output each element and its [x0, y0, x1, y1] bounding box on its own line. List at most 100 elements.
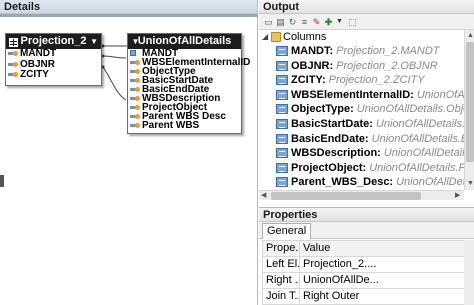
expand-all-icon[interactable]: ▤: [275, 17, 286, 27]
projection-node[interactable]: Projection_2 ▼ MANDT OBJNR ZCITY: [5, 33, 102, 86]
scroll-up-icon[interactable]: ▲: [467, 32, 474, 40]
property-value: Value: [299, 240, 474, 257]
collapse-icon[interactable]: ▼: [131, 37, 140, 46]
column-icon: [130, 50, 140, 57]
column-source: UnionOfAllDet: [416, 88, 464, 101]
field-item[interactable]: ZCITY: [6, 69, 101, 81]
scroll-left-icon[interactable]: ◀: [261, 192, 266, 200]
column-source: Projection_2.MANDT: [336, 45, 440, 57]
key-column-icon: [8, 71, 18, 78]
union-node-title[interactable]: ▼ UnionOfAllDetails: [128, 34, 241, 49]
columns-folder[interactable]: ◢ Columns: [259, 30, 464, 44]
property-key: Left El...: [262, 256, 300, 273]
join-line-zcity: [102, 66, 127, 101]
column-icon: [276, 75, 288, 86]
property-row[interactable]: Join T...Right Outer: [262, 288, 474, 305]
splitter-handle[interactable]: [0, 175, 4, 187]
column-source: Projection_2.OBJNR: [336, 59, 438, 72]
properties-scrollbar[interactable]: [464, 240, 474, 305]
add-icon[interactable]: ✚: [323, 17, 334, 27]
projection-node-title[interactable]: Projection_2 ▼: [6, 34, 101, 49]
properties-table: Prope...ValueLeft El...Projection_2....R…: [262, 240, 474, 305]
collapse-icon[interactable]: ▼: [90, 37, 98, 46]
scroll-right-icon[interactable]: ▶: [455, 192, 460, 200]
expand-arrow-icon[interactable]: ◢: [262, 30, 268, 44]
property-value[interactable]: Right Outer: [299, 288, 474, 305]
property-value[interactable]: UnionOfAllDe...: [299, 272, 474, 289]
column-icon: [276, 162, 288, 173]
column-name: ZCITY:: [291, 74, 326, 87]
details-pane: Details Projection_2 ▼ MANDTOBJNRZCITY: [0, 0, 258, 305]
field-item[interactable]: Parent WBS: [128, 120, 241, 131]
column-source: Projection_2.ZCITY: [328, 74, 425, 87]
columns-icon[interactable]: ≡: [299, 17, 310, 27]
column-name: ObjectType:: [291, 103, 354, 116]
column-name: BasicStartDate:: [291, 117, 373, 130]
union-node[interactable]: ▼ UnionOfAllDetails MANDT WBSElementInter…: [127, 33, 250, 134]
projection-field-list: MANDT OBJNR ZCITY: [6, 48, 101, 81]
output-column-item[interactable]: ZCITY: Projection_2.ZCITY: [259, 73, 464, 88]
column-icon: [276, 60, 288, 71]
field-label: MANDT: [20, 48, 57, 59]
field-label: Parent WBS: [142, 120, 200, 131]
output-column-item[interactable]: MANDT: Projection_2.MANDT: [259, 44, 464, 59]
output-column-item[interactable]: ObjectType:UnionOfAllDetails.ObjectTyp: [259, 102, 464, 117]
collapse-all-icon[interactable]: ▭: [263, 17, 274, 27]
property-row[interactable]: Prope...Value: [262, 240, 474, 257]
field-label: ZCITY: [20, 69, 49, 80]
scroll-down-icon[interactable]: ▼: [467, 180, 474, 188]
output-column-item[interactable]: BasicStartDate:UnionOfAllDetails.BasicSt: [259, 117, 464, 132]
output-title: Output: [259, 0, 474, 14]
key-column-icon: [130, 59, 140, 66]
output-column-item[interactable]: ProjectObject:UnionOfAllDetails.Projecti: [259, 161, 464, 176]
column-icon: [276, 148, 288, 159]
key-column-icon: [130, 77, 140, 84]
output-vscroll-thumb[interactable]: [466, 42, 474, 162]
key-column-icon: [130, 68, 140, 75]
output-column-item[interactable]: BasicEndDate:UnionOfAllDetails.BasicEn: [259, 132, 464, 147]
output-horizontal-scrollbar[interactable]: ◀ ▶: [259, 190, 464, 200]
tab-general[interactable]: General: [262, 223, 312, 239]
column-source: UnionOfAllDetails.WBS: [383, 147, 464, 160]
key-column-icon: [8, 50, 18, 57]
refresh-icon[interactable]: ↻: [287, 17, 298, 27]
output-column-item[interactable]: WBSElementInternalID:UnionOfAllDet: [259, 88, 464, 103]
column-source: UnionOfAllDetails.Projecti: [369, 161, 464, 174]
delete-icon[interactable]: ⬚: [347, 17, 358, 27]
details-title: Details: [0, 0, 257, 14]
column-icon: [276, 177, 288, 188]
property-key: Prope...: [262, 240, 300, 257]
output-column-item[interactable]: OBJNR: Projection_2.OBJNR: [259, 59, 464, 74]
column-icon: [276, 133, 288, 144]
join-line-objnr: [102, 55, 127, 59]
output-column-item[interactable]: Parent_WBS_Desc:UnionOfAllDetails.Pa: [259, 175, 464, 190]
details-divider: [0, 14, 258, 17]
property-key: Right ...: [262, 272, 300, 289]
output-column-item[interactable]: WBSDescription:UnionOfAllDetails.WBS: [259, 146, 464, 161]
column-source: UnionOfAllDetails.BasicSt: [375, 117, 464, 130]
property-row[interactable]: Right ...UnionOfAllDe...: [262, 272, 474, 289]
union-field-list: MANDT WBSElementInternalID ObjectType Basic…: [128, 49, 250, 131]
key-column-icon: [130, 122, 140, 129]
folder-icon: [271, 32, 281, 42]
property-row[interactable]: Left El...Projection_2....: [262, 256, 474, 273]
output-column-list: MANDT: Projection_2.MANDT OBJNR: Projection…: [259, 44, 464, 190]
column-icon: [276, 89, 288, 100]
column-name: WBSDescription:: [291, 147, 381, 160]
output-vertical-scrollbar[interactable]: ▲ ▼: [464, 30, 474, 190]
property-value[interactable]: Projection_2....: [299, 256, 474, 273]
key-column-icon: [8, 61, 18, 68]
column-icon: [276, 46, 288, 56]
properties-title: Properties: [259, 208, 474, 222]
output-hscroll-thumb[interactable]: [271, 192, 421, 200]
key-column-icon: [130, 104, 140, 111]
table-icon: [9, 37, 18, 47]
key-column-icon: [130, 86, 140, 93]
column-name: MANDT:: [291, 45, 334, 57]
field-label: OBJNR: [20, 58, 56, 70]
projection-node-label: Projection_2: [20, 35, 87, 47]
column-icon: [276, 118, 288, 129]
dropdown-icon[interactable]: ▼: [334, 17, 345, 27]
key-column-icon: [130, 95, 140, 102]
edit-icon[interactable]: ✎: [311, 17, 322, 27]
